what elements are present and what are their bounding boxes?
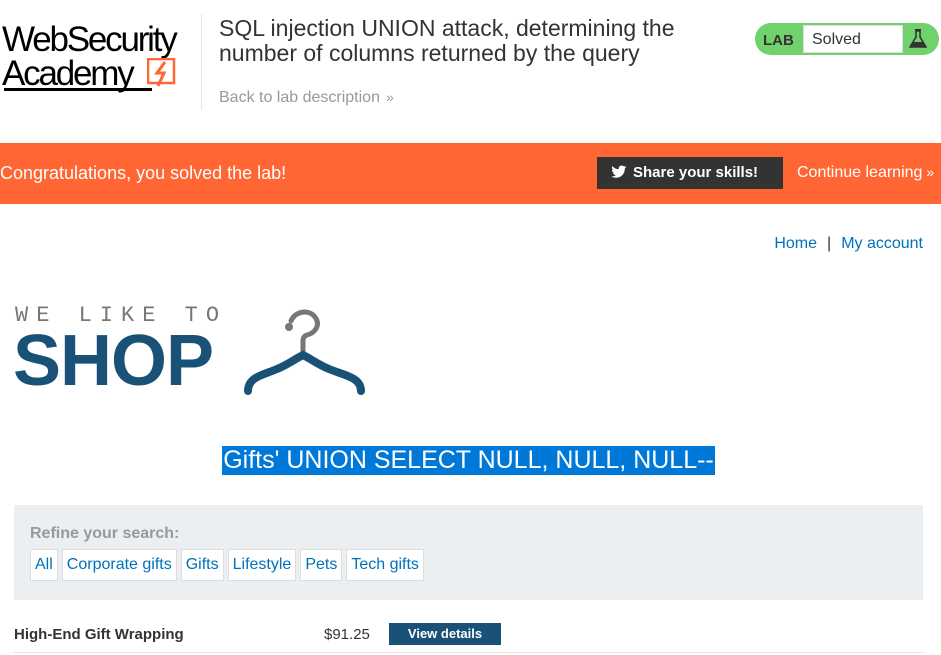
lab-status-badge: LAB Solved xyxy=(755,23,939,55)
web-security-academy-logo[interactable]: WebSecurity Academy xyxy=(2,18,202,98)
flask-icon xyxy=(909,29,927,48)
lightning-bolt-icon xyxy=(147,58,176,87)
lab-solved-banner: Congratulations, you solved the lab! Sha… xyxy=(0,143,941,204)
filter-lifestyle[interactable]: Lifestyle xyxy=(227,549,297,581)
continue-learning-link[interactable]: Continue learning» xyxy=(797,164,934,182)
filter-tech-gifts[interactable]: Tech gifts xyxy=(346,549,424,581)
lab-status-tag: LAB xyxy=(763,32,794,49)
twitter-bird-icon xyxy=(611,165,627,178)
header-divider xyxy=(201,14,202,110)
view-details-button[interactable]: View details xyxy=(389,623,501,645)
double-chevron-right-icon: » xyxy=(926,164,935,180)
filter-panel-label: Refine your search: xyxy=(30,525,180,542)
back-link-label: Back to lab description xyxy=(219,89,380,106)
search-results-heading: Gifts' UNION SELECT NULL, NULL, NULL-- xyxy=(222,446,715,475)
double-chevron-right-icon: » xyxy=(385,89,394,105)
logo-line-websecurity: WebSecurity xyxy=(2,20,178,59)
logo-underline xyxy=(4,88,152,91)
filter-corporate-gifts[interactable]: Corporate gifts xyxy=(61,549,177,581)
logo-line-academy: Academy xyxy=(2,54,135,93)
home-link[interactable]: Home xyxy=(774,235,817,252)
lab-status-value: Solved xyxy=(812,31,861,48)
filter-all[interactable]: All xyxy=(30,549,58,581)
clothes-hanger-icon xyxy=(244,309,365,395)
continue-learning-label: Continue learning xyxy=(797,164,923,181)
product-price: $91.25 xyxy=(324,626,370,643)
account-nav: Home | My account xyxy=(774,235,923,253)
we-like-to-shop-logo: WE LIKE TO SHOP xyxy=(13,303,373,403)
share-button-label: Share your skills! xyxy=(633,164,759,181)
filter-list: All Corporate gifts Gifts Lifestyle Pets… xyxy=(30,549,424,581)
academy-header: WebSecurity Academy SQL injection UNION … xyxy=(0,0,941,143)
lab-title: SQL injection UNION attack, determining … xyxy=(219,15,675,66)
filter-panel: Refine your search: All Corporate gifts … xyxy=(14,505,923,600)
my-account-link[interactable]: My account xyxy=(841,235,923,252)
product-row: High-End Gift Wrapping $91.25 View detai… xyxy=(14,620,923,653)
lab-status-value-box: Solved xyxy=(803,25,903,53)
nav-separator: | xyxy=(827,235,832,252)
filter-pets[interactable]: Pets xyxy=(300,549,343,581)
congratulations-message: Congratulations, you solved the lab! xyxy=(0,163,287,183)
product-name: High-End Gift Wrapping xyxy=(14,626,184,643)
back-to-lab-description-link[interactable]: Back to lab description » xyxy=(219,89,394,107)
filter-gifts[interactable]: Gifts xyxy=(180,549,224,581)
shop-logo-word: SHOP xyxy=(13,321,214,401)
share-your-skills-button[interactable]: Share your skills! xyxy=(597,157,783,189)
search-heading-container: Gifts' UNION SELECT NULL, NULL, NULL-- xyxy=(0,446,937,475)
